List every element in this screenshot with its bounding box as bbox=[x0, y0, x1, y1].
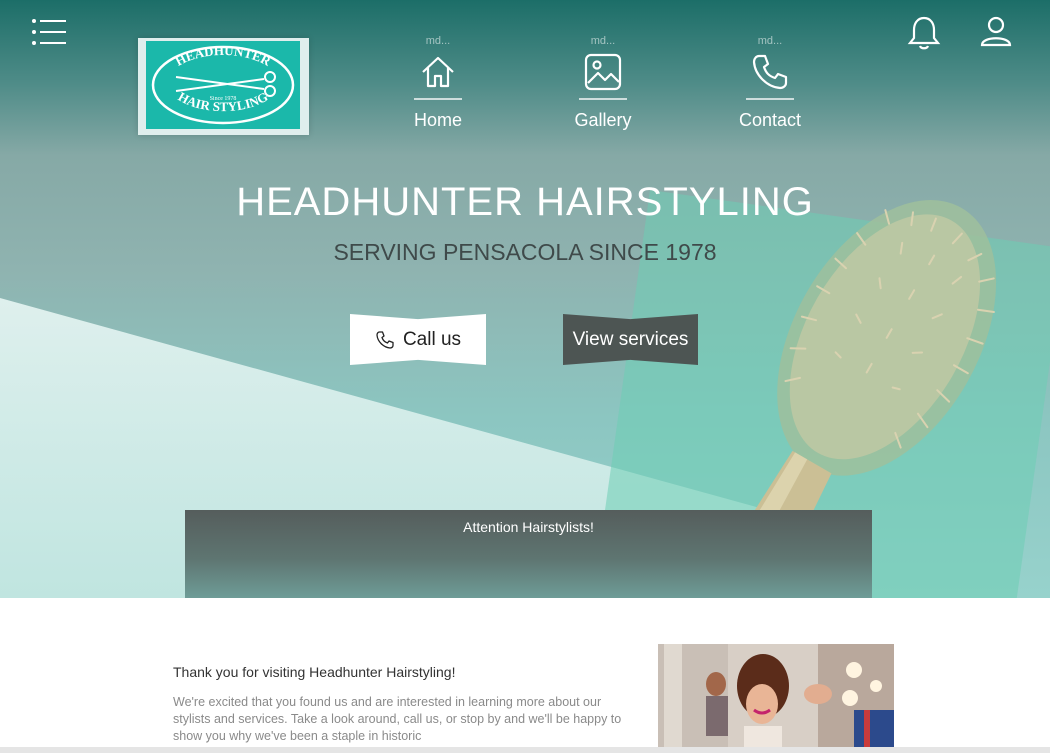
nav-gallery[interactable]: md... Gallery bbox=[553, 34, 653, 131]
attention-banner[interactable]: Attention Hairstylists! bbox=[185, 510, 872, 598]
site-logo[interactable]: HEADHUNTER HAIR STYLING Since 1978 bbox=[138, 38, 309, 135]
logo-since-text: Since 1978 bbox=[210, 96, 237, 102]
nav-home-underline bbox=[414, 98, 462, 100]
call-us-label: Call us bbox=[402, 328, 462, 350]
view-services-label: View services bbox=[572, 328, 689, 350]
image-icon bbox=[584, 53, 622, 91]
nav-gallery-underline bbox=[579, 98, 627, 100]
attention-text: Attention Hairstylists! bbox=[463, 519, 594, 535]
nav-home-tag: md... bbox=[425, 35, 451, 47]
logo-badge: HEADHUNTER HAIR STYLING Since 1978 bbox=[146, 41, 300, 129]
nav-home-label: Home bbox=[413, 110, 462, 130]
hero-subtitle: SERVING PENSACOLA SINCE 1978 bbox=[333, 239, 717, 265]
list-menu-icon bbox=[32, 19, 66, 45]
hero-title: HEADHUNTER HAIRSTYLING bbox=[236, 180, 814, 224]
notifications-button[interactable] bbox=[905, 14, 943, 52]
phone-icon bbox=[752, 54, 788, 90]
bottom-scroll-edge bbox=[0, 747, 1050, 753]
menu-button[interactable] bbox=[30, 16, 68, 48]
welcome-title: Thank you for visiting Headhunter Hairst… bbox=[173, 664, 456, 680]
user-icon bbox=[980, 16, 1012, 47]
account-button[interactable] bbox=[978, 14, 1014, 50]
nav-gallery-tag: md... bbox=[590, 35, 616, 47]
scissors-logo-icon: HEADHUNTER HAIR STYLING Since 1978 bbox=[151, 43, 295, 125]
svg-text:HEADHUNTER: HEADHUNTER bbox=[173, 43, 274, 69]
nav-gallery-label: Gallery bbox=[574, 110, 632, 130]
view-services-button[interactable]: View services bbox=[563, 314, 698, 365]
nav-contact-label: Contact bbox=[738, 110, 802, 130]
nav-contact-underline bbox=[746, 98, 794, 100]
call-us-button[interactable]: Call us bbox=[350, 314, 486, 365]
nav-contact[interactable]: md... Contact bbox=[720, 34, 820, 131]
logo-top-text: HEADHUNTER bbox=[173, 43, 274, 69]
bell-icon bbox=[907, 16, 941, 50]
nav-home[interactable]: md... Home bbox=[388, 34, 488, 131]
nav-contact-tag: md... bbox=[757, 35, 783, 47]
home-icon bbox=[422, 56, 454, 88]
salon-photo bbox=[658, 644, 894, 750]
welcome-body: We're excited that you found us and are … bbox=[173, 695, 622, 743]
phone-icon bbox=[376, 330, 394, 349]
